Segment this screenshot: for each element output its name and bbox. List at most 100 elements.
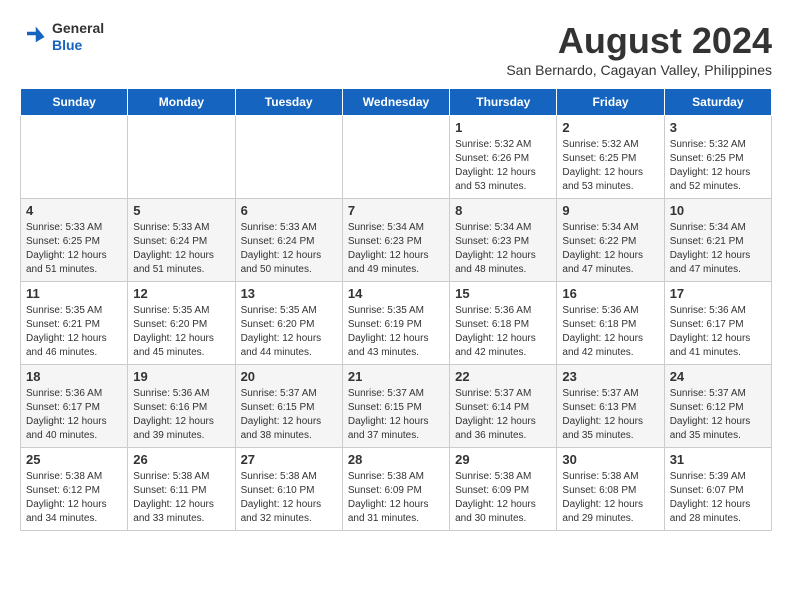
date-number: 2: [562, 120, 658, 135]
calendar-cell: 26 Sunrise: 5:38 AM Sunset: 6:11 PM Dayli…: [128, 448, 235, 531]
logo-icon: [20, 23, 48, 51]
date-number: 15: [455, 286, 551, 301]
page-header: General Blue August 2024 San Bernardo, C…: [20, 20, 772, 78]
calendar-table: SundayMondayTuesdayWednesdayThursdayFrid…: [20, 88, 772, 531]
date-number: 5: [133, 203, 229, 218]
day-header-wednesday: Wednesday: [342, 89, 449, 116]
calendar-cell: 27 Sunrise: 5:38 AM Sunset: 6:10 PM Dayli…: [235, 448, 342, 531]
cell-info: Sunrise: 5:38 AM Sunset: 6:12 PM Dayligh…: [26, 470, 122, 526]
cell-info: Sunrise: 5:34 AM Sunset: 6:22 PM Dayligh…: [562, 221, 658, 277]
calendar-cell: 29 Sunrise: 5:38 AM Sunset: 6:09 PM Dayli…: [450, 448, 557, 531]
calendar-cell: 2 Sunrise: 5:32 AM Sunset: 6:25 PM Daylig…: [557, 116, 664, 199]
calendar-cell: 3Sunrise: 5:32 AM Sunset: 6:25 PM Daylig…: [664, 116, 771, 199]
calendar-cell: 9 Sunrise: 5:34 AM Sunset: 6:22 PM Daylig…: [557, 199, 664, 282]
calendar-cell: 19 Sunrise: 5:36 AM Sunset: 6:16 PM Dayli…: [128, 365, 235, 448]
date-number: 18: [26, 369, 122, 384]
day-header-friday: Friday: [557, 89, 664, 116]
logo: General Blue: [20, 20, 104, 54]
date-number: 8: [455, 203, 551, 218]
day-header-monday: Monday: [128, 89, 235, 116]
cell-info: Sunrise: 5:36 AM Sunset: 6:16 PM Dayligh…: [133, 387, 229, 443]
week-row-2: 4 Sunrise: 5:33 AM Sunset: 6:25 PM Daylig…: [21, 199, 772, 282]
cell-info: Sunrise: 5:38 AM Sunset: 6:09 PM Dayligh…: [348, 470, 444, 526]
calendar-cell: 16 Sunrise: 5:36 AM Sunset: 6:18 PM Dayli…: [557, 282, 664, 365]
date-number: 4: [26, 203, 122, 218]
calendar-cell: 25Sunrise: 5:38 AM Sunset: 6:12 PM Dayli…: [21, 448, 128, 531]
date-number: 12: [133, 286, 229, 301]
cell-info: Sunrise: 5:32 AM Sunset: 6:25 PM Dayligh…: [670, 138, 766, 194]
calendar-cell: 13 Sunrise: 5:35 AM Sunset: 6:20 PM Dayli…: [235, 282, 342, 365]
date-number: 6: [241, 203, 337, 218]
date-number: 22: [455, 369, 551, 384]
cell-info: Sunrise: 5:33 AM Sunset: 6:24 PM Dayligh…: [133, 221, 229, 277]
date-number: 30: [562, 452, 658, 467]
date-number: 27: [241, 452, 337, 467]
week-row-4: 18Sunrise: 5:36 AM Sunset: 6:17 PM Dayli…: [21, 365, 772, 448]
cell-info: Sunrise: 5:32 AM Sunset: 6:26 PM Dayligh…: [455, 138, 551, 194]
cell-info: Sunrise: 5:36 AM Sunset: 6:18 PM Dayligh…: [562, 304, 658, 360]
date-number: 24: [670, 369, 766, 384]
calendar-cell: [128, 116, 235, 199]
cell-info: Sunrise: 5:34 AM Sunset: 6:23 PM Dayligh…: [348, 221, 444, 277]
calendar-cell: 28Sunrise: 5:38 AM Sunset: 6:09 PM Dayli…: [342, 448, 449, 531]
calendar-cell: 6 Sunrise: 5:33 AM Sunset: 6:24 PM Daylig…: [235, 199, 342, 282]
cell-info: Sunrise: 5:37 AM Sunset: 6:15 PM Dayligh…: [241, 387, 337, 443]
date-number: 7: [348, 203, 444, 218]
week-row-3: 11 Sunrise: 5:35 AM Sunset: 6:21 PM Dayli…: [21, 282, 772, 365]
month-year-title: August 2024: [506, 20, 772, 62]
cell-info: Sunrise: 5:37 AM Sunset: 6:12 PM Dayligh…: [670, 387, 766, 443]
date-number: 16: [562, 286, 658, 301]
date-number: 13: [241, 286, 337, 301]
logo-blue-text: Blue: [52, 37, 104, 54]
cell-info: Sunrise: 5:35 AM Sunset: 6:19 PM Dayligh…: [348, 304, 444, 360]
calendar-cell: [235, 116, 342, 199]
calendar-cell: 30 Sunrise: 5:38 AM Sunset: 6:08 PM Dayli…: [557, 448, 664, 531]
cell-info: Sunrise: 5:35 AM Sunset: 6:21 PM Dayligh…: [26, 304, 122, 360]
date-number: 10: [670, 203, 766, 218]
calendar-cell: 8 Sunrise: 5:34 AM Sunset: 6:23 PM Daylig…: [450, 199, 557, 282]
cell-info: Sunrise: 5:38 AM Sunset: 6:09 PM Dayligh…: [455, 470, 551, 526]
cell-info: Sunrise: 5:38 AM Sunset: 6:08 PM Dayligh…: [562, 470, 658, 526]
calendar-cell: 17Sunrise: 5:36 AM Sunset: 6:17 PM Dayli…: [664, 282, 771, 365]
week-row-1: 1 Sunrise: 5:32 AM Sunset: 6:26 PM Daylig…: [21, 116, 772, 199]
calendar-cell: 18Sunrise: 5:36 AM Sunset: 6:17 PM Dayli…: [21, 365, 128, 448]
week-row-5: 25Sunrise: 5:38 AM Sunset: 6:12 PM Dayli…: [21, 448, 772, 531]
date-number: 21: [348, 369, 444, 384]
calendar-cell: 15 Sunrise: 5:36 AM Sunset: 6:18 PM Dayli…: [450, 282, 557, 365]
date-number: 19: [133, 369, 229, 384]
cell-info: Sunrise: 5:38 AM Sunset: 6:10 PM Dayligh…: [241, 470, 337, 526]
cell-info: Sunrise: 5:33 AM Sunset: 6:24 PM Dayligh…: [241, 221, 337, 277]
cell-info: Sunrise: 5:33 AM Sunset: 6:25 PM Dayligh…: [26, 221, 122, 277]
cell-info: Sunrise: 5:34 AM Sunset: 6:23 PM Dayligh…: [455, 221, 551, 277]
calendar-cell: [21, 116, 128, 199]
day-header-saturday: Saturday: [664, 89, 771, 116]
calendar-cell: 4 Sunrise: 5:33 AM Sunset: 6:25 PM Daylig…: [21, 199, 128, 282]
logo-general-text: General: [52, 20, 104, 37]
date-number: 1: [455, 120, 551, 135]
cell-info: Sunrise: 5:32 AM Sunset: 6:25 PM Dayligh…: [562, 138, 658, 194]
cell-info: Sunrise: 5:36 AM Sunset: 6:18 PM Dayligh…: [455, 304, 551, 360]
calendar-cell: 20 Sunrise: 5:37 AM Sunset: 6:15 PM Dayli…: [235, 365, 342, 448]
date-number: 26: [133, 452, 229, 467]
calendar-cell: 11 Sunrise: 5:35 AM Sunset: 6:21 PM Dayli…: [21, 282, 128, 365]
date-number: 31: [670, 452, 766, 467]
date-number: 29: [455, 452, 551, 467]
calendar-cell: 23 Sunrise: 5:37 AM Sunset: 6:13 PM Dayli…: [557, 365, 664, 448]
calendar-cell: [342, 116, 449, 199]
title-section: August 2024 San Bernardo, Cagayan Valley…: [506, 20, 772, 78]
date-number: 20: [241, 369, 337, 384]
calendar-cell: 7 Sunrise: 5:34 AM Sunset: 6:23 PM Daylig…: [342, 199, 449, 282]
cell-info: Sunrise: 5:36 AM Sunset: 6:17 PM Dayligh…: [670, 304, 766, 360]
date-number: 11: [26, 286, 122, 301]
calendar-cell: 1 Sunrise: 5:32 AM Sunset: 6:26 PM Daylig…: [450, 116, 557, 199]
cell-info: Sunrise: 5:37 AM Sunset: 6:13 PM Dayligh…: [562, 387, 658, 443]
calendar-cell: 5 Sunrise: 5:33 AM Sunset: 6:24 PM Daylig…: [128, 199, 235, 282]
cell-info: Sunrise: 5:39 AM Sunset: 6:07 PM Dayligh…: [670, 470, 766, 526]
day-header-row: SundayMondayTuesdayWednesdayThursdayFrid…: [21, 89, 772, 116]
calendar-cell: 31 Sunrise: 5:39 AM Sunset: 6:07 PM Dayli…: [664, 448, 771, 531]
cell-info: Sunrise: 5:35 AM Sunset: 6:20 PM Dayligh…: [241, 304, 337, 360]
date-number: 9: [562, 203, 658, 218]
date-number: 23: [562, 369, 658, 384]
cell-info: Sunrise: 5:38 AM Sunset: 6:11 PM Dayligh…: [133, 470, 229, 526]
day-header-thursday: Thursday: [450, 89, 557, 116]
